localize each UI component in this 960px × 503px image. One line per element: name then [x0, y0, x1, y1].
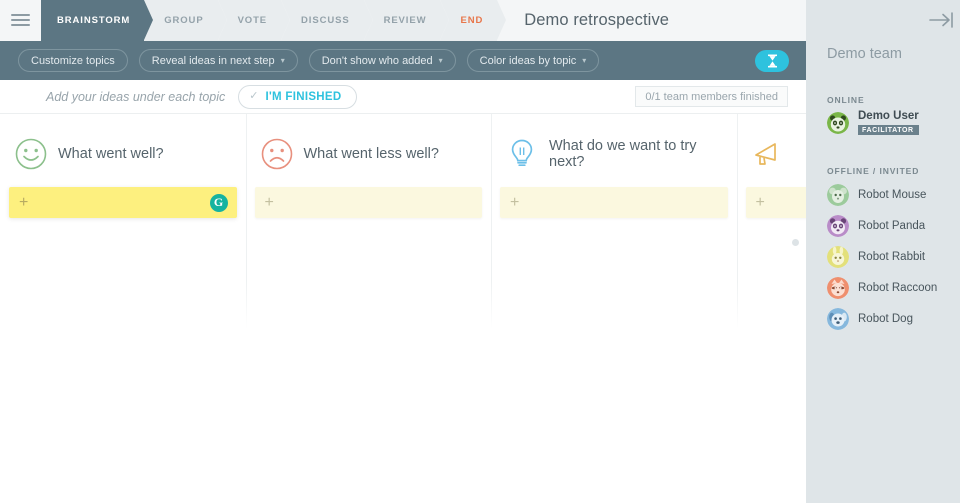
facilitator-badge: FACILITATOR: [858, 125, 919, 135]
customize-topics-button[interactable]: Customize topics: [18, 49, 128, 72]
add-idea-card[interactable]: +: [500, 187, 728, 218]
stage-breadcrumb: BRAINSTORM GROUP VOTE DISCUSS REVIEW END: [41, 0, 506, 41]
topic-title: What do we want to try next?: [549, 138, 697, 170]
timer-button[interactable]: [755, 50, 789, 72]
stage-review[interactable]: REVIEW: [363, 0, 450, 41]
chevron-down-icon: ▾: [438, 55, 443, 65]
add-idea-card[interactable]: + G: [9, 187, 237, 218]
member-robot-dog[interactable]: Robot Dog: [806, 308, 913, 330]
hourglass-icon: [767, 54, 777, 68]
members-finished-text: 0/1 team members finished: [645, 90, 778, 103]
happy-face-icon: [15, 138, 47, 170]
member-name: Robot Rabbit: [858, 251, 926, 263]
show-who-added-label: Don't show who added: [321, 54, 433, 67]
plus-icon: +: [510, 193, 520, 211]
add-idea-card[interactable]: +: [254, 187, 482, 218]
member-name: Robot Mouse: [858, 189, 927, 201]
retrospective-board: What went well? + G What went less well?…: [0, 114, 806, 503]
topic-columns: What went well? + G What went less well?…: [0, 114, 806, 329]
online-section-label: ONLINE: [827, 95, 865, 105]
mouse-avatar: [827, 184, 849, 206]
topic-title: What went less well?: [303, 146, 439, 162]
team-name: Demo team: [827, 46, 902, 62]
refresh-icon[interactable]: G: [209, 193, 228, 212]
topic-column-went-less-well: What went less well? +: [245, 114, 492, 329]
status-bar: Add your ideas under each topic ✓ I'M FI…: [0, 80, 806, 114]
member-name: Robot Panda: [858, 220, 926, 232]
page-title: Demo retrospective: [497, 0, 806, 41]
plus-icon: +: [264, 193, 274, 211]
top-bar: BRAINSTORM GROUP VOTE DISCUSS REVIEW END…: [0, 0, 806, 41]
hamburger-icon: [11, 14, 30, 27]
chevron-down-icon: ▾: [582, 55, 587, 65]
rabbit-avatar: [827, 246, 849, 268]
topic-title: What went well?: [58, 146, 164, 162]
color-ideas-label: Color ideas by topic: [479, 54, 577, 67]
member-demo-user[interactable]: Demo User FACILITATOR: [806, 110, 919, 135]
reveal-ideas-label: Reveal ideas in next step: [151, 54, 275, 67]
team-panel: Demo team ONLINE Demo User FACILITATOR O…: [806, 0, 960, 503]
member-robot-raccoon[interactable]: Robot Raccoon: [806, 277, 937, 299]
raccoon-avatar: [827, 277, 849, 299]
member-robot-rabbit[interactable]: Robot Rabbit: [806, 246, 925, 268]
dog-avatar: [827, 308, 849, 330]
board-toolbar: Customize topics Reveal ideas in next st…: [0, 41, 806, 80]
stage-discuss[interactable]: DISCUSS: [281, 0, 373, 41]
im-finished-label: I'M FINISHED: [265, 90, 342, 103]
stage-group[interactable]: GROUP: [144, 0, 227, 41]
customize-topics-label: Customize topics: [31, 54, 115, 67]
sad-face-icon: [261, 138, 292, 170]
member-name: Demo User: [858, 110, 919, 122]
member-robot-mouse[interactable]: Robot Mouse: [806, 184, 926, 206]
im-finished-button[interactable]: ✓ I'M FINISHED: [238, 84, 357, 109]
member-name: Robot Dog: [858, 313, 913, 325]
topic-column-partial: +: [736, 114, 807, 329]
offline-section-label: OFFLINE / INVITED: [827, 166, 920, 176]
member-robot-panda[interactable]: Robot Panda: [806, 215, 925, 237]
add-idea-card[interactable]: +: [745, 187, 806, 218]
topic-header: [746, 136, 807, 172]
stage-brainstorm[interactable]: BRAINSTORM: [41, 0, 154, 41]
megaphone-icon: [754, 143, 776, 165]
collapse-panel-button[interactable]: [928, 10, 954, 30]
members-finished-counter: 0/1 team members finished: [635, 86, 788, 107]
panda-avatar: [827, 111, 849, 134]
panda-avatar: [827, 215, 849, 237]
topic-header: What do we want to try next?: [500, 136, 728, 172]
stage-vote[interactable]: VOTE: [217, 0, 291, 41]
arrow-right-icon: [929, 12, 953, 28]
color-ideas-dropdown[interactable]: Color ideas by topic ▾: [466, 49, 600, 72]
main-area: BRAINSTORM GROUP VOTE DISCUSS REVIEW END…: [0, 0, 806, 503]
topic-column-try-next: What do we want to try next? +: [491, 114, 737, 329]
plus-icon: +: [755, 193, 765, 211]
topic-header: What went less well?: [255, 136, 483, 172]
lightbulb-icon: [511, 139, 533, 167]
show-who-added-dropdown[interactable]: Don't show who added ▾: [308, 49, 456, 72]
instruction-text: Add your ideas under each topic: [46, 89, 226, 104]
chevron-down-icon: ▾: [280, 55, 285, 65]
hamburger-menu-button[interactable]: [0, 0, 41, 41]
app-root: BRAINSTORM GROUP VOTE DISCUSS REVIEW END…: [0, 0, 960, 503]
reveal-ideas-dropdown[interactable]: Reveal ideas in next step ▾: [138, 49, 298, 72]
member-name: Robot Raccoon: [858, 282, 938, 294]
topic-header: What went well?: [9, 136, 237, 172]
topic-column-went-well: What went well? + G: [0, 114, 246, 329]
plus-icon: +: [19, 193, 29, 211]
check-icon: ✓: [249, 90, 259, 102]
